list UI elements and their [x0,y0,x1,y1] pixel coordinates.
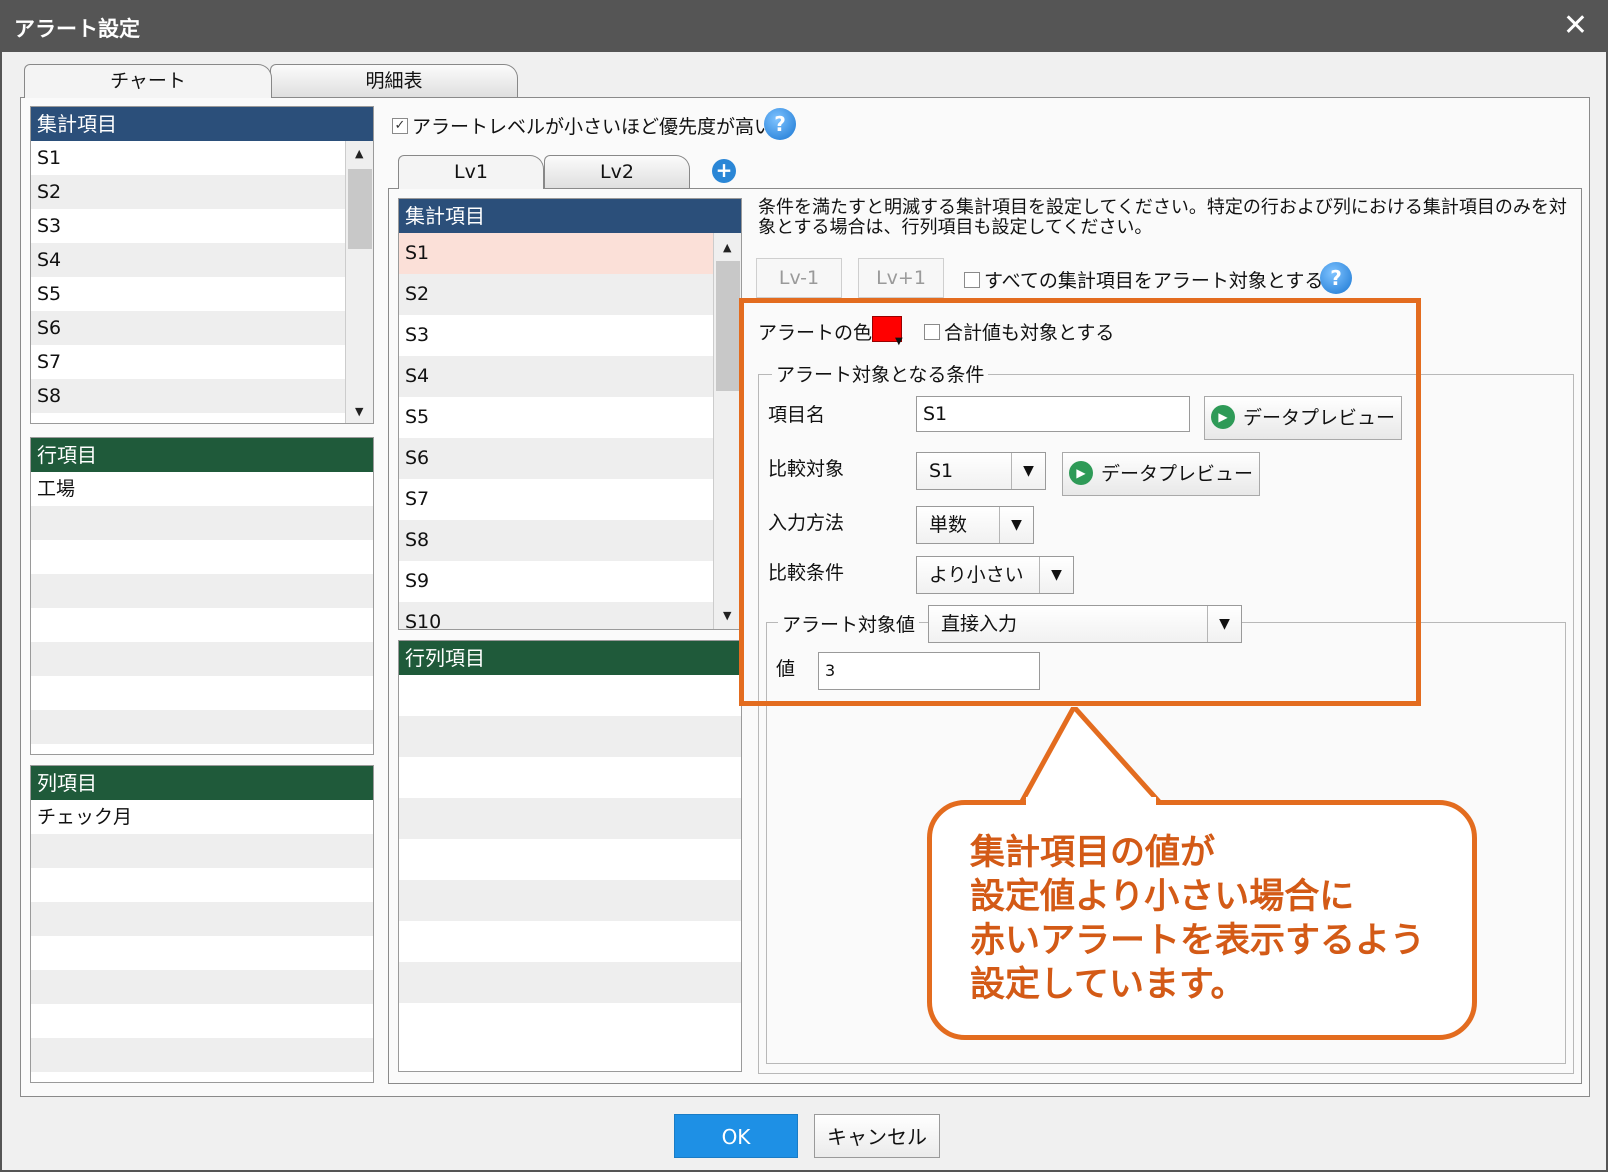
callout-line: 設定値より小さい場合に [970,877,1355,917]
list-item [399,921,741,962]
scroll-down-icon[interactable]: ▼ [723,609,731,622]
list-item[interactable]: S7 [399,479,741,520]
list-item [399,716,741,757]
list-item [31,574,373,608]
list-item[interactable]: S6 [399,438,741,479]
highlight-box [739,298,1421,706]
list-item [399,798,741,839]
scroll-thumb[interactable] [348,169,372,249]
left-row-items-panel: 行項目 工場 [30,437,374,755]
tab-detail-table-label: 明細表 [365,70,423,92]
list-item [31,936,373,970]
help-icon[interactable]: ? [764,108,796,140]
column-items-header: 列項目 [31,766,373,800]
scroll-up-icon[interactable]: ▲ [723,241,731,254]
list-item [399,962,741,1003]
tab-lv1[interactable]: Lv1 [398,155,544,189]
all-items-checkbox-label: すべての集計項目をアラート対象とする [984,270,1324,292]
list-item[interactable]: S8 [31,379,373,413]
list-item [31,506,373,540]
window-title: アラート設定 [14,17,140,41]
title-bar: アラート設定 ✕ [2,2,1606,52]
list-item [31,676,373,710]
list-item [31,868,373,902]
left-summary-header: 集計項目 [31,107,373,141]
list-item[interactable]: S2 [399,274,741,315]
alert-settings-dialog: アラート設定 ✕ チャート 明細表 集計項目 S1 S2 S3 S4 S5 S6… [0,0,1608,1172]
list-item-selected[interactable]: S1 [399,233,741,274]
middle-summary-panel: 集計項目 S1 S2 S3 S4 S5 S6 S7 S8 S9 S10 ▲ ▼ [398,198,742,630]
list-item[interactable]: S1 [31,141,373,175]
callout-bubble: 集計項目の値が 設定値より小さい場合に 赤いアラートを表示するよう 設定していま… [927,800,1477,1040]
list-item[interactable]: S5 [399,397,741,438]
list-item[interactable]: 工場 [31,472,373,506]
left-summary-panel: 集計項目 S1 S2 S3 S4 S5 S6 S7 S8 ▲ ▼ [30,106,374,424]
lv-minus-button[interactable]: Lv-1 [756,258,842,298]
scroll-thumb[interactable] [716,261,740,391]
left-summary-scrollbar[interactable]: ▲ ▼ [345,141,373,423]
list-item[interactable]: チェック月 [31,800,373,834]
all-items-checkbox[interactable]: すべての集計項目をアラート対象とする [964,266,1323,293]
list-item [31,1004,373,1038]
list-item[interactable]: S3 [399,315,741,356]
list-item [399,675,741,716]
tab-lv1-label: Lv1 [454,161,488,183]
left-column-items-panel: 列項目 チェック月 [30,765,374,1083]
middle-summary-header: 集計項目 [399,199,741,233]
cancel-button[interactable]: キャンセル [814,1114,940,1158]
lv-plus-button[interactable]: Lv+1 [858,258,944,298]
list-item[interactable]: S4 [31,243,373,277]
scroll-up-icon[interactable]: ▲ [355,147,363,160]
instructions-line-2: 象とする場合は、行列項目も設定してください。 [758,217,1153,238]
tab-chart-label: チャート [110,70,186,92]
list-item [31,710,373,744]
list-item[interactable]: S6 [31,311,373,345]
tab-lv2[interactable]: Lv2 [544,155,690,189]
rowcol-items-header: 行列項目 [399,641,741,675]
list-item[interactable]: S8 [399,520,741,561]
middle-summary-scrollbar[interactable]: ▲ ▼ [713,233,741,629]
callout-join [1026,797,1156,809]
list-item[interactable]: S5 [31,277,373,311]
ok-button[interactable]: OK [674,1114,798,1158]
scroll-down-icon[interactable]: ▼ [355,405,363,418]
list-item[interactable]: S10 [399,602,741,629]
list-item [399,1003,741,1044]
close-icon[interactable]: ✕ [1563,8,1588,44]
list-item [31,902,373,936]
list-item [31,834,373,868]
list-item [31,1038,373,1072]
list-item [31,540,373,574]
instructions-text: 条件を満たすと明滅する集計項目を設定してください。特定の行および列における集計項… [758,198,1578,238]
row-items-header: 行項目 [31,438,373,472]
tab-lv2-label: Lv2 [600,161,634,183]
list-item[interactable]: S3 [31,209,373,243]
list-item[interactable]: S2 [31,175,373,209]
middle-rowcol-panel: 行列項目 [398,640,742,1072]
priority-checkbox-label: アラートレベルが小さいほど優先度が高い [412,116,774,138]
tab-detail-table[interactable]: 明細表 [270,64,518,98]
add-level-icon[interactable]: + [712,159,736,183]
tab-chart[interactable]: チャート [24,64,272,98]
list-item[interactable]: S9 [399,561,741,602]
list-item [399,757,741,798]
list-item[interactable]: S7 [31,345,373,379]
checkbox-unchecked-icon[interactable] [964,271,980,288]
priority-checkbox[interactable]: ✓ アラートレベルが小さいほど優先度が高い [392,112,773,139]
help-icon[interactable]: ? [1320,262,1352,294]
callout-tail [1016,707,1168,807]
callout-line: 集計項目の値が [970,833,1216,873]
list-item [31,970,373,1004]
callout-line: 赤いアラートを表示するよう [970,921,1426,961]
list-item [399,839,741,880]
list-item [399,880,741,921]
callout-line: 設定しています。 [970,965,1246,1005]
list-item [31,608,373,642]
checkbox-checked-icon[interactable]: ✓ [392,117,408,134]
list-item [31,642,373,676]
list-item[interactable]: S4 [399,356,741,397]
instructions-line-1: 条件を満たすと明滅する集計項目を設定してください。特定の行および列における集計項… [758,197,1567,218]
